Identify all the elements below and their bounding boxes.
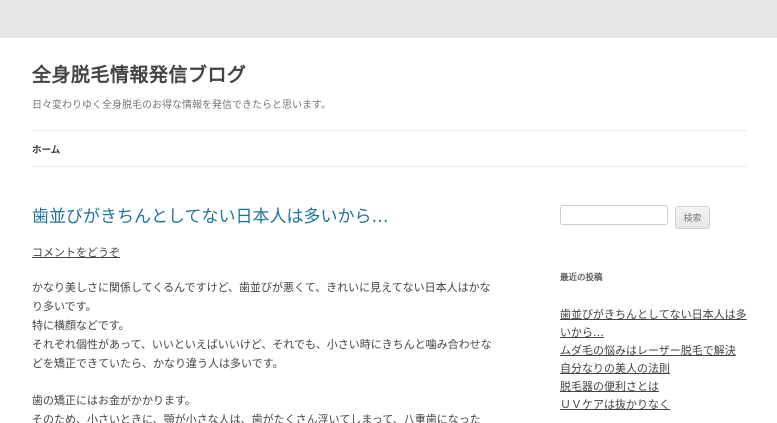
recent-posts-list: 歯並びがきちんとしてない日本人は多いから… ムダ毛の悩みはレーザー脱毛で解決 自…	[560, 306, 748, 414]
recent-post-link[interactable]: 自分なりの美人の法則	[560, 362, 670, 375]
post-paragraph: それぞれ個性があって、いいといえばいいけど、それでも、小さい時にきちんと噛み合わ…	[32, 338, 492, 370]
recent-post-link[interactable]: 脱毛器の便利さとは	[560, 380, 659, 393]
list-item: 自分なりの美人の法則	[560, 360, 748, 378]
post-paragraph: かなり美しさに関係してくるんですけど、歯並びが悪くて、きれいに見えてない日本人は…	[32, 281, 491, 313]
search-input[interactable]	[560, 205, 668, 225]
recent-posts-title: 最近の投稿	[560, 273, 603, 283]
list-item: 歯並びがきちんとしてない日本人は多いから…	[560, 306, 748, 342]
recent-post-link[interactable]: ＵＶケアは抜かりなく	[560, 398, 670, 411]
comment-link[interactable]: コメントをどうぞ	[32, 244, 120, 260]
list-item: ムダ毛の悩みはレーザー脱毛で解決	[560, 342, 748, 360]
site-description: 日々変わりゆく全身脱毛のお得な情報を発信できたらと思います。	[32, 100, 331, 111]
header-divider	[32, 130, 747, 131]
post-paragraph: 歯の矯正にはお金がかかります。	[32, 394, 196, 407]
list-item: 脱毛器の便利さとは	[560, 378, 748, 396]
post-paragraph: そのため、小さいときに、顎が小さな人は、歯がたくさん浮いてしまって、八重歯になっ…	[32, 413, 481, 423]
recent-post-link[interactable]: ムダ毛の悩みはレーザー脱毛で解決	[560, 344, 736, 357]
page-content: 全身脱毛情報発信ブログ 日々変わりゆく全身脱毛のお得な情報を発信できたらと思いま…	[0, 38, 777, 423]
search-button[interactable]: 検索	[675, 206, 710, 229]
nav-divider	[32, 166, 747, 167]
post-body: かなり美しさに関係してくるんですけど、歯並びが悪くて、きれいに見えてない日本人は…	[32, 278, 497, 423]
nav-home-link[interactable]: ホーム	[32, 142, 60, 156]
recent-post-link[interactable]: 歯並びがきちんとしてない日本人は多いから…	[560, 308, 747, 339]
list-item: ＵＶケアは抜かりなく	[560, 396, 748, 414]
post-paragraph: 特に横顔などです。	[32, 319, 130, 332]
post-title[interactable]: 歯並びがきちんとしてない日本人は多いから…	[32, 202, 389, 227]
site-title[interactable]: 全身脱毛情報発信ブログ	[32, 60, 247, 87]
